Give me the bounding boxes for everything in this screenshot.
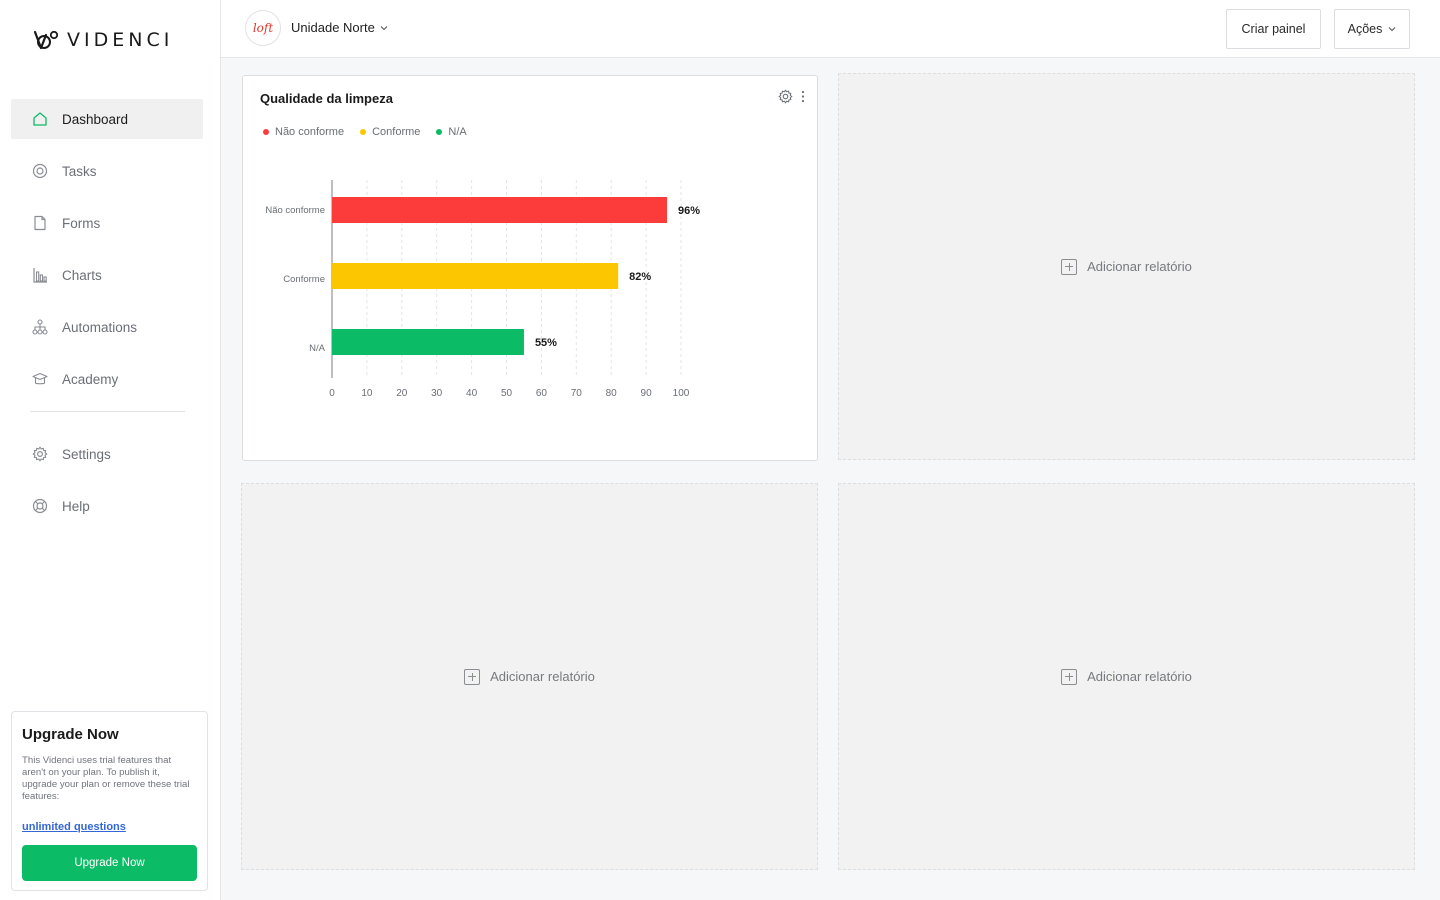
x-tick-label: 100 [673,388,690,399]
x-tick-label: 80 [606,388,618,399]
actions-label: Ações [1347,22,1383,36]
brand-name: VIDENCI [67,29,174,51]
plus-square-icon [464,668,481,685]
home-icon [32,111,48,127]
x-tick-label: 90 [641,388,653,399]
document-icon [32,215,48,231]
x-tick-label: 50 [501,388,513,399]
bar [332,263,619,289]
brand-logo[interactable]: VIDENCI [33,29,173,51]
x-tick-label: 40 [466,388,478,399]
gear-icon [32,446,48,462]
sidebar-item-automations[interactable]: Automations [11,307,203,347]
x-tick-label: 30 [431,388,443,399]
bar [332,197,668,223]
x-tick-label: 60 [536,388,548,399]
upgrade-title: Upgrade Now [22,726,119,743]
sidebar-item-label: Academy [62,371,119,387]
hierarchy-icon [32,319,48,335]
x-tick-label: 20 [396,388,408,399]
graduation-cap-icon [32,371,48,387]
add-report-panel[interactable]: Adicionar relatório [241,483,818,870]
bar-chart-icon [32,267,48,283]
add-report-panel[interactable]: Adicionar relatório [838,483,1415,870]
bar [332,329,524,355]
y-tick-label: N/A [309,343,326,354]
sidebar-item-label: Settings [62,446,111,462]
sidebar-item-settings[interactable]: Settings [11,434,203,474]
videnci-logo-icon [33,30,59,50]
upgrade-card: Upgrade Now This Videnci uses trial feat… [11,711,208,891]
bar-value-label: 82% [629,271,651,283]
sidebar: VIDENCI Dashboard Tasks Forms Charts Aut… [0,0,221,900]
sidebar-item-label: Forms [62,215,101,231]
chevron-down-icon [1388,27,1396,32]
add-report-label: Adicionar relatório [1087,669,1192,684]
add-report-label: Adicionar relatório [490,669,595,684]
plus-square-icon [1061,258,1078,275]
create-panel-button[interactable]: Criar painel [1226,9,1321,49]
x-tick-label: 0 [329,388,335,399]
add-report-panel[interactable]: Adicionar relatório [838,73,1415,460]
chart-card: Qualidade da limpeza Não conforme Confor… [242,75,818,461]
unlimited-questions-link[interactable]: unlimited questions [22,821,197,833]
x-tick-label: 70 [571,388,583,399]
sidebar-item-help[interactable]: Help [11,486,203,526]
unit-logo-text: loft [252,21,274,35]
sidebar-item-tasks[interactable]: Tasks [11,151,203,191]
x-tick-label: 10 [361,388,373,399]
sidebar-item-charts[interactable]: Charts [11,255,203,295]
unit-avatar[interactable]: loft [245,10,281,46]
unit-selector[interactable]: Unidade Norte [291,20,388,35]
sidebar-item-label: Automations [62,319,138,335]
sidebar-nav: Dashboard Tasks Forms Charts Automations [11,99,203,538]
bar-chart: 0 10 20 30 40 50 60 70 80 90 100 96% Não conforme 82%… [265,180,700,399]
unit-name: Unidade Norte [291,20,375,35]
sidebar-item-label: Tasks [62,163,97,179]
bar-value-label: 55% [535,337,557,349]
lifebuoy-icon [32,498,48,514]
top-bar: loft Unidade Norte Criar painel Ações [221,0,1440,58]
chevron-down-icon [380,25,388,30]
upgrade-now-button[interactable]: Upgrade Now [22,845,197,881]
bar-value-label: 96% [678,205,700,217]
sidebar-item-dashboard[interactable]: Dashboard [11,99,203,139]
sidebar-item-label: Charts [62,267,102,283]
sidebar-item-academy[interactable]: Academy [11,359,203,399]
y-tick-label: Não conforme [265,205,325,216]
sidebar-item-label: Dashboard [62,111,129,127]
sidebar-item-label: Help [62,498,90,514]
plus-square-icon [1061,668,1078,685]
add-report-label: Adicionar relatório [1087,259,1192,274]
sidebar-divider [30,411,185,412]
target-icon [32,163,48,179]
upgrade-description: This Videnci uses trial features that ar… [22,755,190,802]
y-tick-label: Conforme [283,274,325,285]
actions-dropdown[interactable]: Ações [1334,9,1410,49]
sidebar-item-forms[interactable]: Forms [11,203,203,243]
